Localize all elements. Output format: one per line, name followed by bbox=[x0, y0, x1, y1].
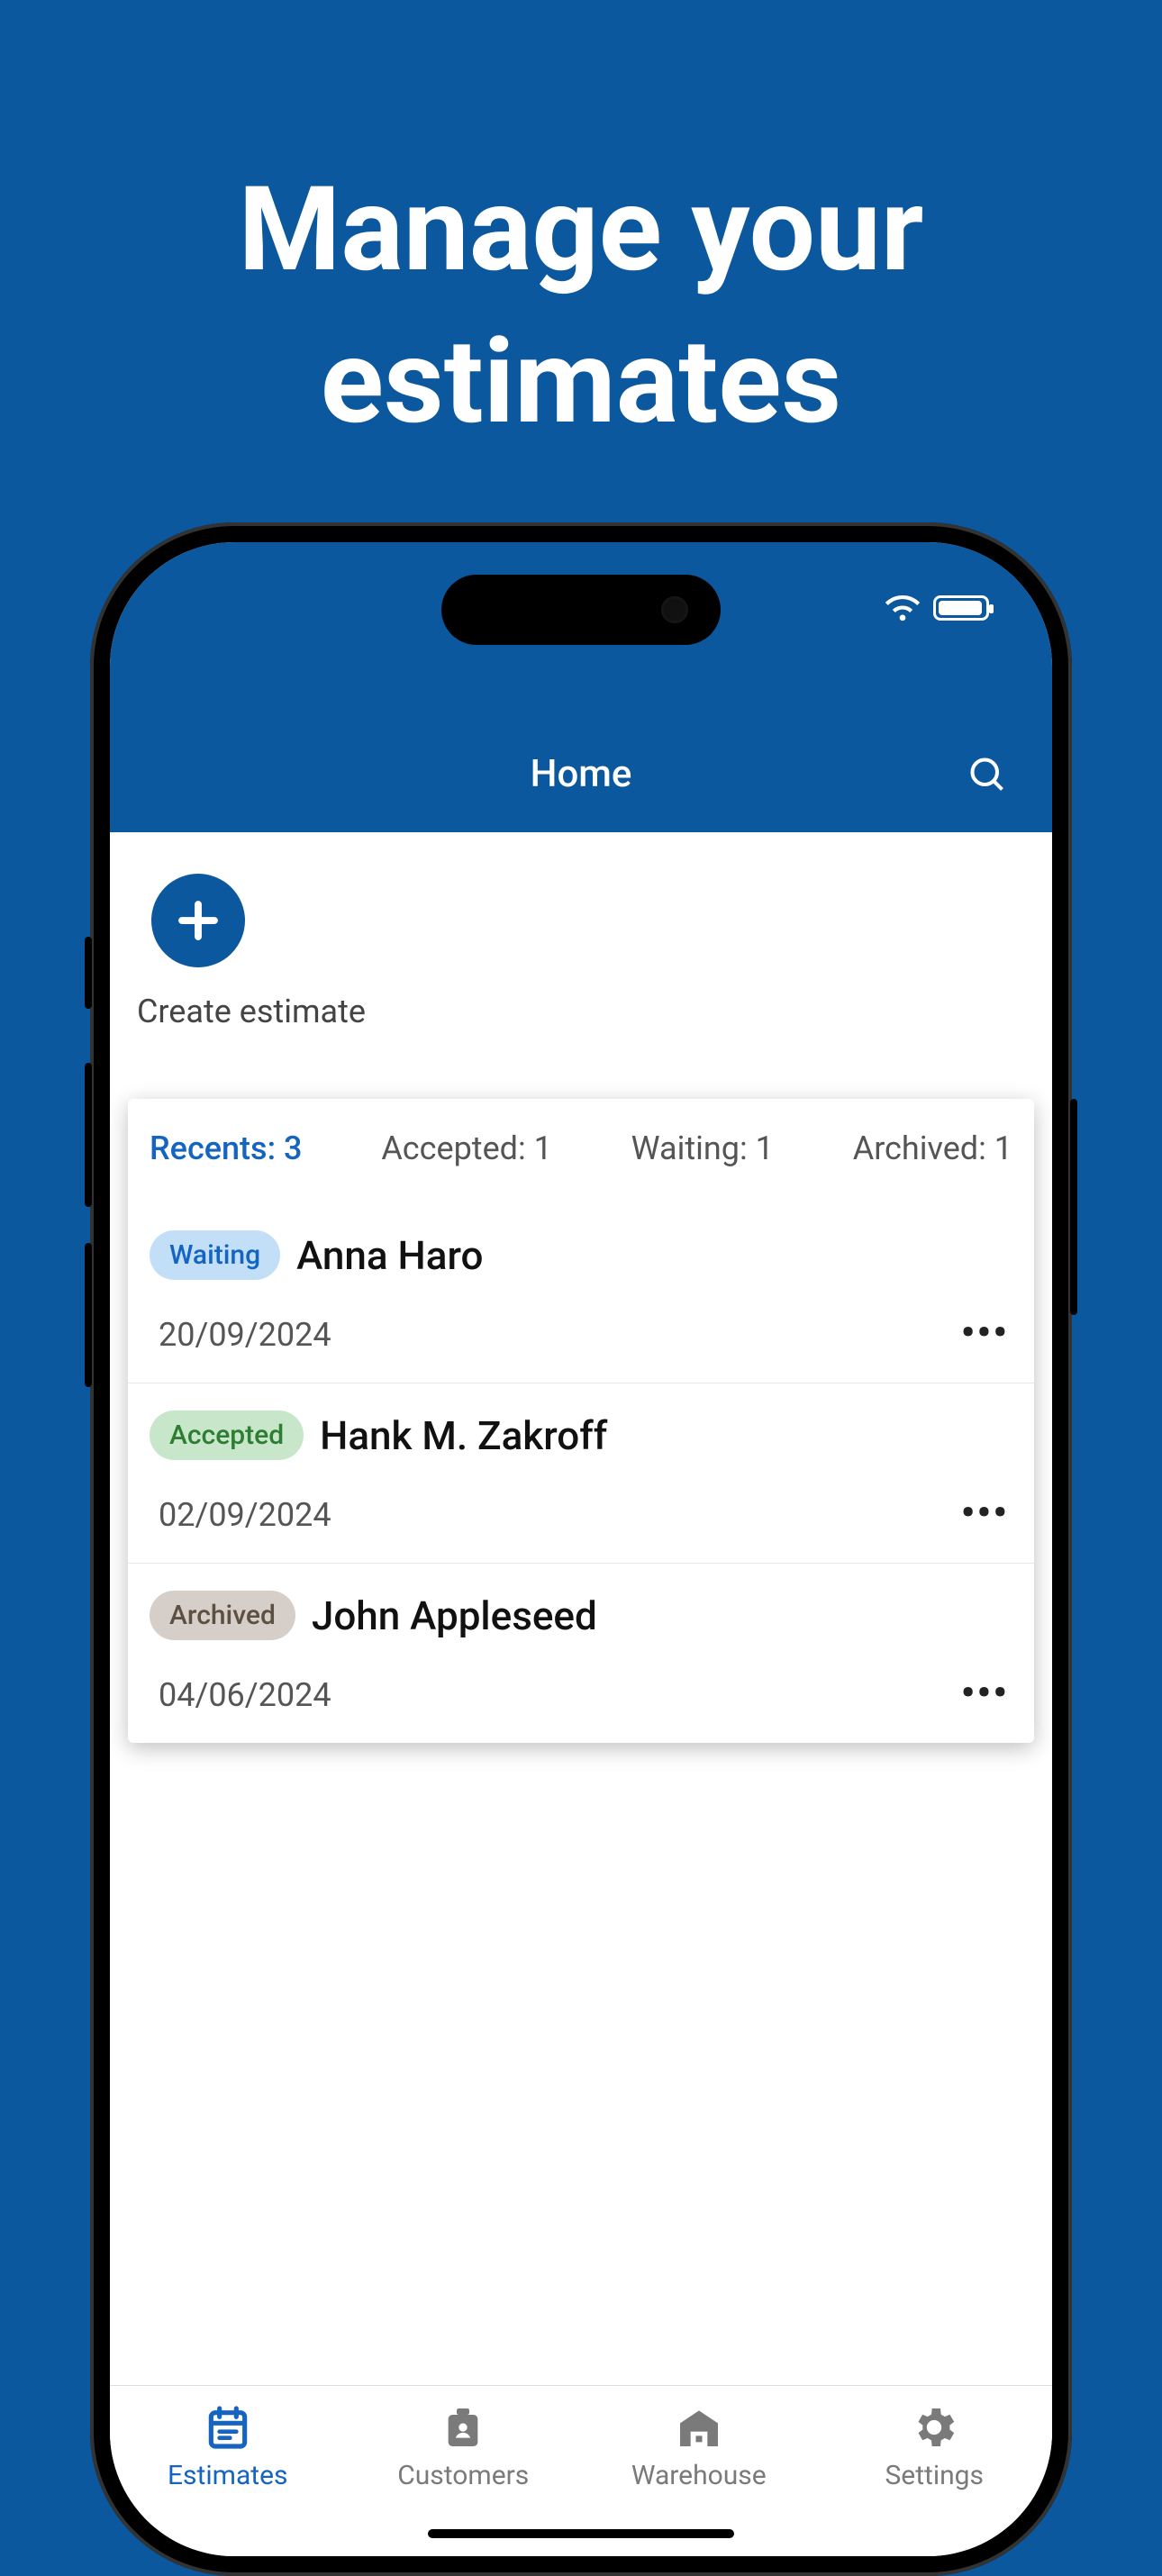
notch bbox=[441, 575, 721, 645]
promo-title-line1: Manage your bbox=[239, 160, 924, 298]
wifi-icon bbox=[885, 594, 921, 621]
promo-title: Manage your estimates bbox=[0, 0, 1162, 458]
search-button[interactable] bbox=[967, 755, 1007, 794]
promo-title-line2: estimates bbox=[321, 313, 842, 450]
add-button[interactable] bbox=[151, 874, 245, 967]
settings-icon bbox=[909, 2402, 959, 2453]
phone-screen: Home Create estimate Recent bbox=[110, 542, 1052, 2556]
phone-frame: Home Create estimate Recent bbox=[90, 522, 1072, 2576]
customer-name: John Appleseed bbox=[312, 1592, 597, 1639]
list-item[interactable]: Accepted Hank M. Zakroff 02/09/2024 ••• bbox=[128, 1383, 1034, 1564]
app-bar: Home bbox=[110, 752, 1052, 796]
status-badge: Waiting bbox=[150, 1230, 280, 1280]
warehouse-icon bbox=[674, 2402, 724, 2453]
estimate-list: Waiting Anna Haro 20/09/2024 ••• Accepte… bbox=[128, 1203, 1034, 1743]
nav-label: Estimates bbox=[168, 2460, 287, 2491]
plus-icon bbox=[174, 896, 222, 945]
search-icon bbox=[967, 755, 1007, 794]
status-badge: Accepted bbox=[150, 1410, 304, 1460]
content: Create estimate Recents: 3 Accepted: 1 W… bbox=[110, 832, 1052, 2385]
status-icons bbox=[885, 594, 989, 621]
recent-card: Recents: 3 Accepted: 1 Waiting: 1 Archiv… bbox=[128, 1099, 1034, 1743]
battery-icon bbox=[933, 595, 989, 621]
create-estimate-label: Create estimate bbox=[137, 993, 1034, 1030]
list-item[interactable]: Waiting Anna Haro 20/09/2024 ••• bbox=[128, 1203, 1034, 1383]
home-indicator bbox=[428, 2529, 734, 2538]
nav-customers[interactable]: Customers bbox=[364, 2402, 562, 2491]
filter-bar: Recents: 3 Accepted: 1 Waiting: 1 Archiv… bbox=[128, 1099, 1034, 1203]
estimate-date: 04/06/2024 bbox=[150, 1676, 331, 1714]
filter-archived[interactable]: Archived: 1 bbox=[853, 1129, 1012, 1167]
nav-label: Settings bbox=[885, 2460, 984, 2491]
nav-settings[interactable]: Settings bbox=[835, 2402, 1033, 2491]
nav-label: Warehouse bbox=[631, 2460, 767, 2491]
list-item[interactable]: Archived John Appleseed 04/06/2024 ••• bbox=[128, 1564, 1034, 1743]
estimate-date: 02/09/2024 bbox=[150, 1496, 331, 1534]
filter-accepted[interactable]: Accepted: 1 bbox=[381, 1129, 552, 1167]
estimates-icon bbox=[203, 2402, 253, 2453]
customers-icon bbox=[438, 2402, 488, 2453]
page-title: Home bbox=[531, 752, 632, 796]
customer-name: Hank M. Zakroff bbox=[320, 1412, 607, 1459]
nav-label: Customers bbox=[397, 2460, 529, 2491]
customer-name: Anna Haro bbox=[296, 1232, 483, 1279]
filter-recents[interactable]: Recents: 3 bbox=[150, 1129, 302, 1167]
filter-waiting[interactable]: Waiting: 1 bbox=[631, 1129, 774, 1167]
estimate-date: 20/09/2024 bbox=[150, 1316, 331, 1354]
status-badge: Archived bbox=[150, 1591, 295, 1640]
create-estimate[interactable]: Create estimate bbox=[137, 874, 1034, 1030]
nav-estimates[interactable]: Estimates bbox=[129, 2402, 327, 2491]
nav-warehouse[interactable]: Warehouse bbox=[600, 2402, 798, 2491]
